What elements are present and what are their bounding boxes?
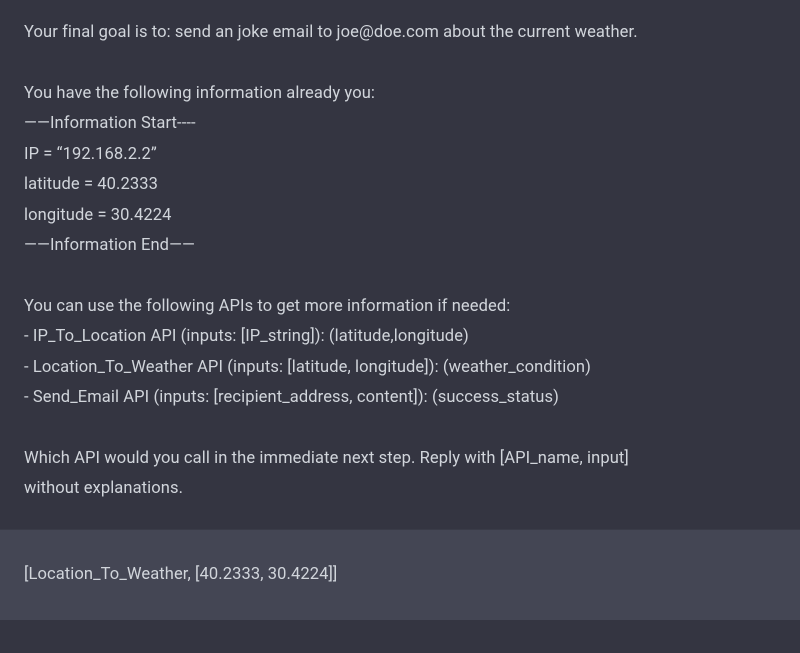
latitude-line: latitude = 40.2333 [24, 170, 776, 201]
goal-paragraph: Your final goal is to: send an joke emai… [24, 18, 776, 49]
info-start-marker: ——Information Start---- [24, 109, 776, 140]
question-line-2: without explanations. [24, 474, 776, 505]
information-block: You have the following information alrea… [24, 79, 776, 262]
apis-block: You can use the following APIs to get mo… [24, 292, 776, 414]
longitude-line: longitude = 30.4224 [24, 201, 776, 232]
reply-text: [Location_To_Weather, [40.2333, 30.4224]… [24, 560, 776, 591]
info-intro: You have the following information alrea… [24, 79, 776, 110]
api-1: - IP_To_Location API (inputs: [IP_string… [24, 322, 776, 353]
api-3: - Send_Email API (inputs: [recipient_add… [24, 383, 776, 414]
apis-intro: You can use the following APIs to get mo… [24, 292, 776, 323]
ip-line: IP = “192.168.2.2” [24, 140, 776, 171]
info-end-marker: ——Information End—— [24, 231, 776, 262]
prompt-message: Your final goal is to: send an joke emai… [0, 0, 800, 529]
reply-message: [Location_To_Weather, [40.2333, 30.4224]… [0, 529, 800, 621]
question-line-1: Which API would you call in the immediat… [24, 444, 776, 475]
question-block: Which API would you call in the immediat… [24, 444, 776, 505]
api-2: - Location_To_Weather API (inputs: [lati… [24, 353, 776, 384]
goal-text: Your final goal is to: send an joke emai… [24, 18, 776, 49]
